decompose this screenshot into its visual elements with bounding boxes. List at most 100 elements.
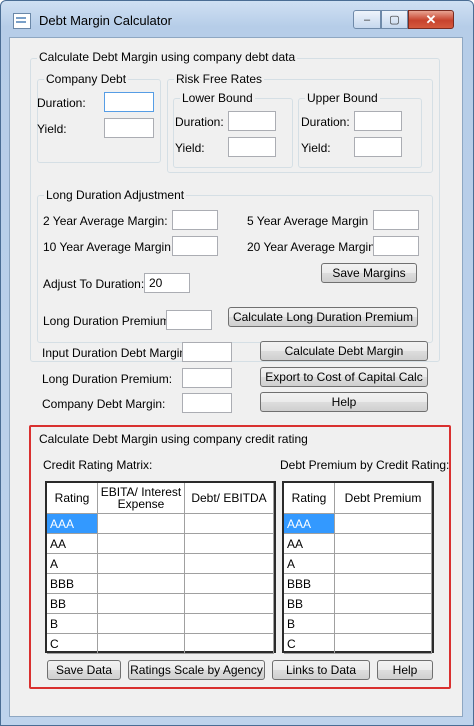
matrix-debt-cell[interactable] (184, 533, 274, 554)
close-button[interactable]: ✕ (408, 10, 454, 29)
table-row[interactable]: C (47, 633, 274, 654)
matrix-ebita-cell[interactable] (97, 553, 185, 574)
premium-value-cell[interactable] (334, 593, 432, 614)
table-row[interactable]: A (284, 553, 432, 574)
table-row[interactable]: AAA (284, 513, 432, 534)
premium-value-cell[interactable] (334, 573, 432, 594)
maximize-button[interactable]: ▢ (381, 10, 408, 29)
premium-header-rating[interactable]: Rating (284, 483, 335, 514)
matrix-debt-cell[interactable] (184, 613, 274, 634)
company-debt-margin-input[interactable] (182, 393, 232, 413)
table-row[interactable]: AA (284, 533, 432, 554)
premium-rating-cell[interactable]: AA (284, 533, 335, 554)
matrix-rating-cell[interactable]: AA (47, 533, 98, 554)
premium-header-debt-premium[interactable]: Debt Premium (334, 483, 432, 514)
matrix-rating-cell[interactable]: AAA (47, 513, 98, 534)
adjust-duration-label: Adjust To Duration: (43, 277, 145, 291)
calculate-debt-margin-button[interactable]: Calculate Debt Margin (260, 341, 428, 361)
matrix-header-rating[interactable]: Rating (47, 483, 98, 514)
matrix-debt-cell[interactable] (184, 553, 274, 574)
title-bar[interactable]: Debt Margin Calculator – ▢ ✕ (1, 1, 473, 35)
table-row[interactable]: C (284, 633, 432, 654)
minimize-button[interactable]: – (353, 10, 381, 29)
table-row[interactable]: BB (284, 593, 432, 614)
table-row[interactable]: BB (47, 593, 274, 614)
matrix-rating-cell[interactable]: BB (47, 593, 98, 614)
matrix-debt-cell[interactable] (184, 633, 274, 654)
credit-rating-matrix-grid[interactable]: Rating EBITA/ Interest Expense Debt/ EBI… (45, 481, 276, 654)
maximize-icon: ▢ (389, 14, 400, 26)
lower-bound-title: Lower Bound (180, 91, 255, 105)
premium-value-cell[interactable] (334, 533, 432, 554)
premium-value-cell[interactable] (334, 513, 432, 534)
matrix-rating-cell[interactable]: C (47, 633, 98, 654)
lower-duration-input[interactable] (228, 111, 276, 131)
debt-data-group-title: Calculate Debt Margin using company debt… (37, 50, 298, 64)
five-year-margin-input[interactable] (373, 210, 419, 230)
company-yield-input[interactable] (104, 118, 154, 138)
matrix-ebita-cell[interactable] (97, 513, 185, 534)
table-row[interactable]: AA (47, 533, 274, 554)
save-data-button[interactable]: Save Data (47, 660, 121, 680)
help-button-top[interactable]: Help (260, 392, 428, 412)
upper-yield-input[interactable] (354, 137, 402, 157)
matrix-rating-cell[interactable]: BBB (47, 573, 98, 594)
application-window: Debt Margin Calculator – ▢ ✕ Calculate D… (0, 0, 474, 726)
ten-year-margin-label: 10 Year Average Margin (43, 240, 171, 254)
table-row[interactable]: B (284, 613, 432, 634)
calculate-long-duration-premium-button[interactable]: Calculate Long Duration Premium (228, 307, 418, 327)
premium-rating-cell[interactable]: AAA (284, 513, 335, 534)
matrix-debt-cell[interactable] (184, 593, 274, 614)
matrix-debt-cell[interactable] (184, 573, 274, 594)
ld-premium-label: Long Duration Premium: (42, 372, 173, 386)
company-debt-margin-label: Company Debt Margin: (42, 397, 166, 411)
input-duration-margin-input[interactable] (182, 342, 232, 362)
debt-premium-grid[interactable]: Rating Debt Premium AAA AA A BBB BB B C (282, 481, 434, 654)
company-debt-title: Company Debt (44, 72, 129, 86)
table-row[interactable]: A (47, 553, 274, 574)
table-row[interactable]: BBB (47, 573, 274, 594)
premium-rating-cell[interactable]: C (284, 633, 335, 654)
premium-value-cell[interactable] (334, 553, 432, 574)
export-cost-of-capital-button[interactable]: Export to Cost of Capital Calc (260, 367, 428, 387)
premium-rating-cell[interactable]: BBB (284, 573, 335, 594)
premium-value-cell[interactable] (334, 633, 432, 654)
ten-year-margin-input[interactable] (172, 236, 218, 256)
upper-duration-input[interactable] (354, 111, 402, 131)
premium-rating-cell[interactable]: B (284, 613, 335, 634)
premium-rating-cell[interactable]: BB (284, 593, 335, 614)
matrix-rating-cell[interactable]: A (47, 553, 98, 574)
twenty-year-margin-label: 20 Year Average Margin (247, 240, 375, 254)
save-margins-button[interactable]: Save Margins (321, 263, 417, 283)
upper-duration-label: Duration: (301, 115, 350, 129)
debt-premium-label: Debt Premium by Credit Rating: (280, 458, 450, 472)
app-form-icon (13, 13, 31, 29)
links-to-data-button[interactable]: Links to Data (272, 660, 370, 680)
matrix-header-debt-ebitda[interactable]: Debt/ EBITDA (184, 483, 274, 514)
upper-yield-label: Yield: (301, 141, 331, 155)
premium-value-cell[interactable] (334, 613, 432, 634)
matrix-ebita-cell[interactable] (97, 633, 185, 654)
table-row[interactable]: AAA (47, 513, 274, 534)
premium-rating-cell[interactable]: A (284, 553, 335, 574)
help-button-bottom[interactable]: Help (377, 660, 433, 680)
credit-rating-highlight: Calculate Debt Margin using company cred… (29, 425, 451, 689)
table-row[interactable]: B (47, 613, 274, 634)
twenty-year-margin-input[interactable] (373, 236, 419, 256)
company-duration-input[interactable] (104, 92, 154, 112)
matrix-ebita-cell[interactable] (97, 573, 185, 594)
matrix-header-ebita-interest[interactable]: EBITA/ Interest Expense (97, 483, 185, 514)
matrix-ebita-cell[interactable] (97, 593, 185, 614)
matrix-ebita-cell[interactable] (97, 613, 185, 634)
adjust-duration-input[interactable] (144, 273, 190, 293)
matrix-rating-cell[interactable]: B (47, 613, 98, 634)
credit-rating-matrix-label: Credit Rating Matrix: (43, 458, 153, 472)
long-duration-premium-input[interactable] (166, 310, 212, 330)
two-year-margin-input[interactable] (172, 210, 218, 230)
matrix-debt-cell[interactable] (184, 513, 274, 534)
table-row[interactable]: BBB (284, 573, 432, 594)
ld-premium-input[interactable] (182, 368, 232, 388)
ratings-scale-button[interactable]: Ratings Scale by Agency (128, 660, 265, 680)
matrix-ebita-cell[interactable] (97, 533, 185, 554)
lower-yield-input[interactable] (228, 137, 276, 157)
